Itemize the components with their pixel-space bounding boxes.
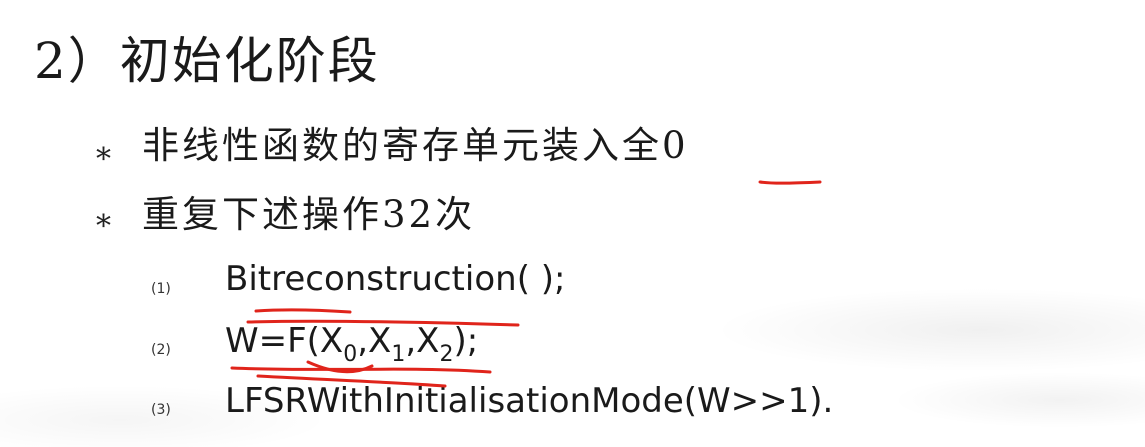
slide-title: 2）初始化阶段 (34, 32, 380, 90)
step-number: (2) (151, 342, 171, 358)
bullet-text-repeat: 重复下述操作32次 (142, 193, 476, 236)
step-nonlinear-function: W=F(X0,X1,X2); (225, 324, 478, 366)
formula-separator: ,X (405, 321, 440, 361)
subscript: 0 (343, 342, 358, 367)
subscript: 1 (391, 342, 406, 367)
step-number: (3) (151, 402, 171, 418)
subscript: 2 (439, 342, 454, 367)
bullet-marker: * (96, 142, 111, 177)
bullet-marker: * (96, 209, 111, 244)
bullet-text-register-init: 非线性函数的寄存单元装入全0 (142, 124, 689, 167)
formula-prefix: W=F(X (225, 321, 344, 361)
step-bitreconstruction: Bitreconstruction( ); (225, 259, 566, 299)
formula-suffix: ); (453, 321, 479, 361)
step-number: (1) (151, 281, 171, 297)
formula-separator: ,X (357, 321, 392, 361)
step-lfsr-initialisation: LFSRWithInitialisationMode(W>>1). (225, 381, 834, 421)
